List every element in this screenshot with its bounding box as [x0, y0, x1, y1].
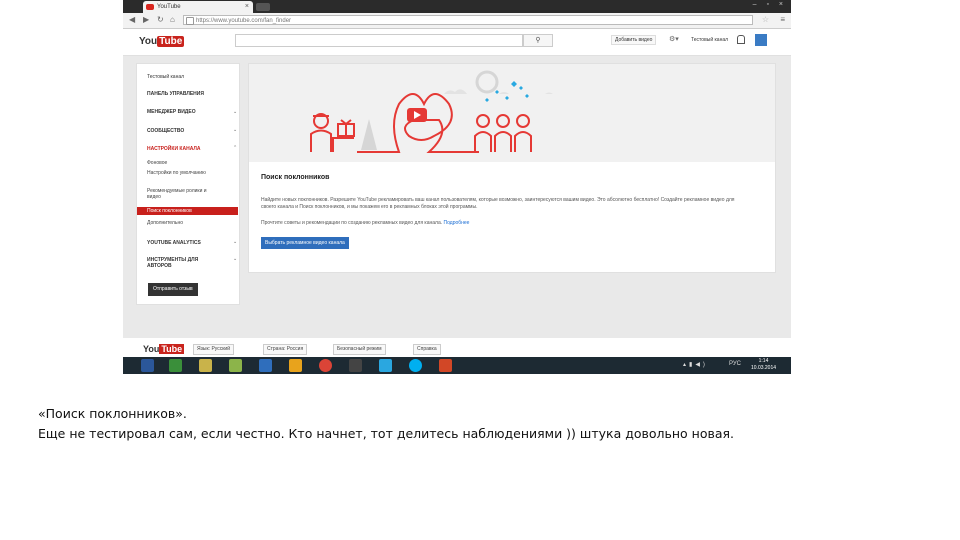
footer-logo-tube: Tube: [159, 344, 185, 354]
word-icon[interactable]: [141, 359, 154, 372]
close-tab-icon[interactable]: ×: [245, 1, 249, 13]
sidebar-item-community[interactable]: Сообщество: [147, 128, 184, 134]
notifications-bell-icon[interactable]: [737, 35, 745, 44]
fan-finder-panel: Поиск поклонников Найдите новых поклонни…: [248, 63, 776, 273]
policy-text: Прочтите советы и рекомендации по создан…: [261, 220, 469, 226]
powerpoint-icon[interactable]: [439, 359, 452, 372]
sidebar-item-channel-settings[interactable]: Настройки канала: [147, 146, 201, 152]
youtube-header: You Tube ⚲ Добавить видео ⚙▾ Тестовый кан…: [123, 29, 791, 56]
gear-icon[interactable]: ⚙▾: [669, 35, 679, 43]
youtube-favicon-icon: [146, 4, 154, 10]
learn-more-link[interactable]: Подробнее: [444, 220, 470, 226]
app-icon[interactable]: [199, 359, 212, 372]
fan-finder-description: Найдите новых поклонников. Разрешите You…: [261, 197, 735, 210]
search-button[interactable]: ⚲: [523, 34, 553, 47]
address-bar[interactable]: https://www.youtube.com/fan_finder: [183, 15, 753, 25]
app-icon[interactable]: [169, 359, 182, 372]
system-tray[interactable]: ▴▮◀): [683, 361, 708, 368]
browser-tab[interactable]: YouTube ×: [143, 1, 253, 13]
caption-line-2: Еще не тестировал сам, если честно. Кто …: [38, 426, 735, 441]
help-button[interactable]: Справка: [413, 344, 441, 355]
youtube-footer: You Tube Язык: Русский Страна: Россия Без…: [123, 338, 791, 357]
slide-caption: «Поиск поклонников». Еще не тестировал с…: [38, 404, 734, 444]
fan-finder-illustration: [249, 64, 775, 162]
home-icon[interactable]: ⌂: [170, 15, 175, 24]
sidebar-item-analytics[interactable]: YouTube Analytics: [147, 240, 201, 246]
send-feedback-button[interactable]: Отправить отзыв: [148, 283, 198, 296]
skype-icon[interactable]: [409, 359, 422, 372]
sidebar-subitem-defaults[interactable]: Настройки по умолчанию: [147, 170, 211, 176]
avatar[interactable]: [755, 34, 767, 46]
footer-youtube-logo[interactable]: You Tube: [143, 344, 185, 354]
logo-tube: Tube: [157, 36, 185, 47]
app-icon[interactable]: [289, 359, 302, 372]
hero-illustration: [310, 70, 553, 153]
screenshot: YouTube × – ▫ × ◀ ▶ ↻ ⌂ https://www.yout…: [123, 0, 791, 374]
sidebar-subitem-background[interactable]: Фоновое: [147, 160, 167, 166]
chevron-down-icon[interactable]: ⌄: [233, 109, 237, 115]
chrome-icon[interactable]: [319, 359, 332, 372]
country-button[interactable]: Страна: Россия: [263, 344, 308, 355]
app-icon[interactable]: [349, 359, 362, 372]
chevron-down-icon[interactable]: ⌄: [233, 256, 237, 262]
new-tab-button[interactable]: [256, 3, 270, 11]
policy-sentence: Прочтите советы и рекомендации по создан…: [261, 220, 443, 226]
footer-logo-you: You: [143, 344, 160, 354]
choose-promo-video-button[interactable]: Выбрать рекламное видео канала: [261, 237, 349, 249]
forward-icon[interactable]: ▶: [143, 15, 149, 24]
back-icon[interactable]: ◀: [129, 15, 135, 24]
input-language[interactable]: РУС: [729, 361, 741, 367]
browser-toolbar: ◀ ▶ ↻ ⌂ https://www.youtube.com/fan_find…: [123, 13, 791, 29]
sidebar-item-creator-tools[interactable]: Инструменты для авторов: [147, 257, 211, 269]
sidebar-subitem-fan-finder[interactable]: Поиск поклонников: [137, 207, 238, 215]
logo-you: You: [139, 36, 158, 47]
sidebar-channel-name[interactable]: Тестовый канал: [147, 74, 184, 80]
caption-line-1: «Поиск поклонников».: [38, 406, 187, 421]
sidebar-item-dashboard[interactable]: Панель управления: [147, 91, 204, 97]
language-button[interactable]: Язык: Русский: [193, 344, 235, 355]
page-title: Поиск поклонников: [261, 174, 330, 181]
taskbar-clock[interactable]: 1:14 10.03.2014: [751, 358, 776, 372]
app-icon[interactable]: [259, 359, 272, 372]
reload-icon[interactable]: ↻: [157, 15, 164, 24]
app-icon[interactable]: [379, 359, 392, 372]
upload-button[interactable]: Добавить видео: [611, 35, 657, 45]
sidebar-item-video-manager[interactable]: Менеджер видео: [147, 109, 196, 115]
search-icon: ⚲: [535, 37, 541, 44]
window-controls[interactable]: – ▫ ×: [753, 1, 787, 8]
chevron-up-icon[interactable]: ⌃: [233, 145, 237, 151]
menu-icon[interactable]: ≡: [780, 15, 785, 24]
url-text: https://www.youtube.com/fan_finder: [196, 18, 292, 24]
creator-sidebar: Тестовый канал Панель управления Менедже…: [136, 63, 240, 305]
clock-time: 1:14: [758, 358, 769, 364]
sidebar-subitem-label: Поиск поклонников: [147, 208, 192, 214]
browser-tab-bar: YouTube × – ▫ ×: [123, 0, 791, 13]
bookmark-star-icon[interactable]: ☆: [762, 15, 769, 24]
search-input[interactable]: [235, 34, 523, 47]
sidebar-subitem-advanced[interactable]: Дополнительно: [147, 220, 183, 226]
channel-name[interactable]: Тестовый канал: [691, 37, 728, 43]
clock-date: 10.03.2014: [751, 365, 777, 371]
windows-taskbar: ▴▮◀) РУС 1:14 10.03.2014: [123, 357, 791, 374]
safety-mode-button[interactable]: Безопасный режим: [333, 344, 386, 355]
lock-icon: [186, 17, 194, 25]
youtube-logo[interactable]: You Tube: [139, 36, 185, 47]
chevron-down-icon[interactable]: ⌄: [233, 239, 237, 245]
sidebar-subitem-featured[interactable]: Рекомендуемые ролики и видео: [147, 188, 215, 200]
chevron-down-icon[interactable]: ⌄: [233, 127, 237, 133]
app-icon[interactable]: [229, 359, 242, 372]
tab-title: YouTube: [157, 4, 181, 10]
